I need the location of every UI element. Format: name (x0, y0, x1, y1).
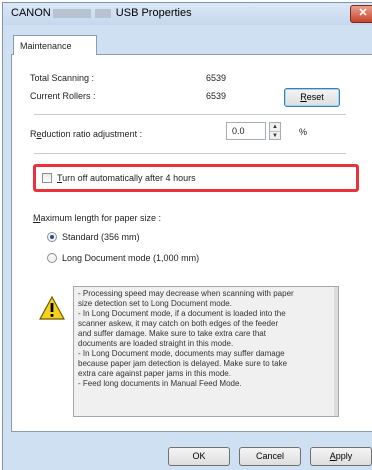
ok-button[interactable]: OK (168, 447, 230, 466)
divider (34, 153, 346, 154)
notice-line: - Processing speed may decrease when sca… (78, 289, 294, 298)
redacted-model-name-2 (94, 8, 111, 18)
warning-icon (39, 296, 65, 320)
current-rollers-value: 6539 (206, 91, 227, 101)
standard-radio[interactable] (47, 232, 57, 242)
title-bar[interactable]: CANON USB Properties ✕ (3, 3, 372, 25)
notice-scrollbar[interactable] (334, 287, 338, 416)
current-rollers-label: Current Rollers : (30, 91, 96, 101)
ok-label: OK (192, 451, 206, 461)
spin-down-icon[interactable]: ▼ (270, 131, 280, 140)
spin-up-icon[interactable]: ▲ (270, 123, 280, 131)
notice-line: size detection set to Long Document mode… (78, 299, 232, 308)
notice-line: - In Long Document mode, documents may s… (78, 349, 285, 358)
tab-maintenance[interactable]: Maintenance (13, 35, 97, 55)
reduction-ratio-label: Reduction ratio adjustment : (30, 129, 143, 139)
notice-line: because paper jam detection is delayed. … (78, 359, 288, 368)
properties-window: CANON USB Properties ✕ Maintenance Total… (2, 2, 372, 470)
notice-line: extra care against paper jams in this mo… (78, 369, 231, 378)
close-button[interactable]: ✕ (350, 5, 372, 23)
title-suffix: USB Properties (115, 7, 192, 19)
notice-line: scanner askew, it may catch on both edge… (78, 319, 279, 328)
notice-line: - Feed long documents in Manual Feed Mod… (78, 379, 242, 388)
notice-line: documents are loaded straight in this mo… (78, 339, 234, 348)
apply-label: pply (335, 451, 353, 461)
cancel-button[interactable]: Cancel (239, 447, 301, 466)
paper-size-heading: Maximum length for paper size : (33, 213, 162, 223)
tab-label: Maintenance (20, 41, 72, 51)
notice-textbox[interactable]: - Processing speed may decrease when sca… (73, 286, 339, 417)
close-icon: ✕ (358, 7, 368, 19)
standard-option-label[interactable]: Standard (356 mm) (62, 232, 140, 242)
notice-line: and suffer damage. Make sure to take ext… (78, 329, 266, 338)
redacted-model-name (52, 8, 91, 18)
reduction-ratio-unit: % (299, 127, 308, 137)
reduction-ratio-value: 0.0 (232, 126, 245, 136)
reset-label: eset (306, 92, 324, 102)
total-scanning-value: 6539 (206, 73, 227, 83)
divider (34, 114, 346, 115)
auto-off-checkbox[interactable] (42, 173, 52, 183)
total-scanning-label: Total Scanning : (30, 73, 95, 83)
cancel-label: Cancel (255, 451, 284, 461)
window-title: CANON USB Properties (11, 7, 192, 19)
auto-off-label[interactable]: Turn off automatically after 4 hours (57, 173, 196, 183)
reduction-ratio-spinner[interactable]: ▲ ▼ (269, 122, 281, 140)
reduction-ratio-input[interactable]: 0.0 (226, 122, 266, 140)
apply-button[interactable]: Apply (310, 447, 372, 466)
title-prefix: CANON (11, 7, 51, 19)
reset-button[interactable]: Reset (284, 88, 340, 107)
notice-line: - In Long Document mode, if a document i… (78, 309, 286, 318)
long-document-radio[interactable] (47, 253, 57, 263)
long-document-option-label[interactable]: Long Document mode (1,000 mm) (62, 253, 199, 263)
